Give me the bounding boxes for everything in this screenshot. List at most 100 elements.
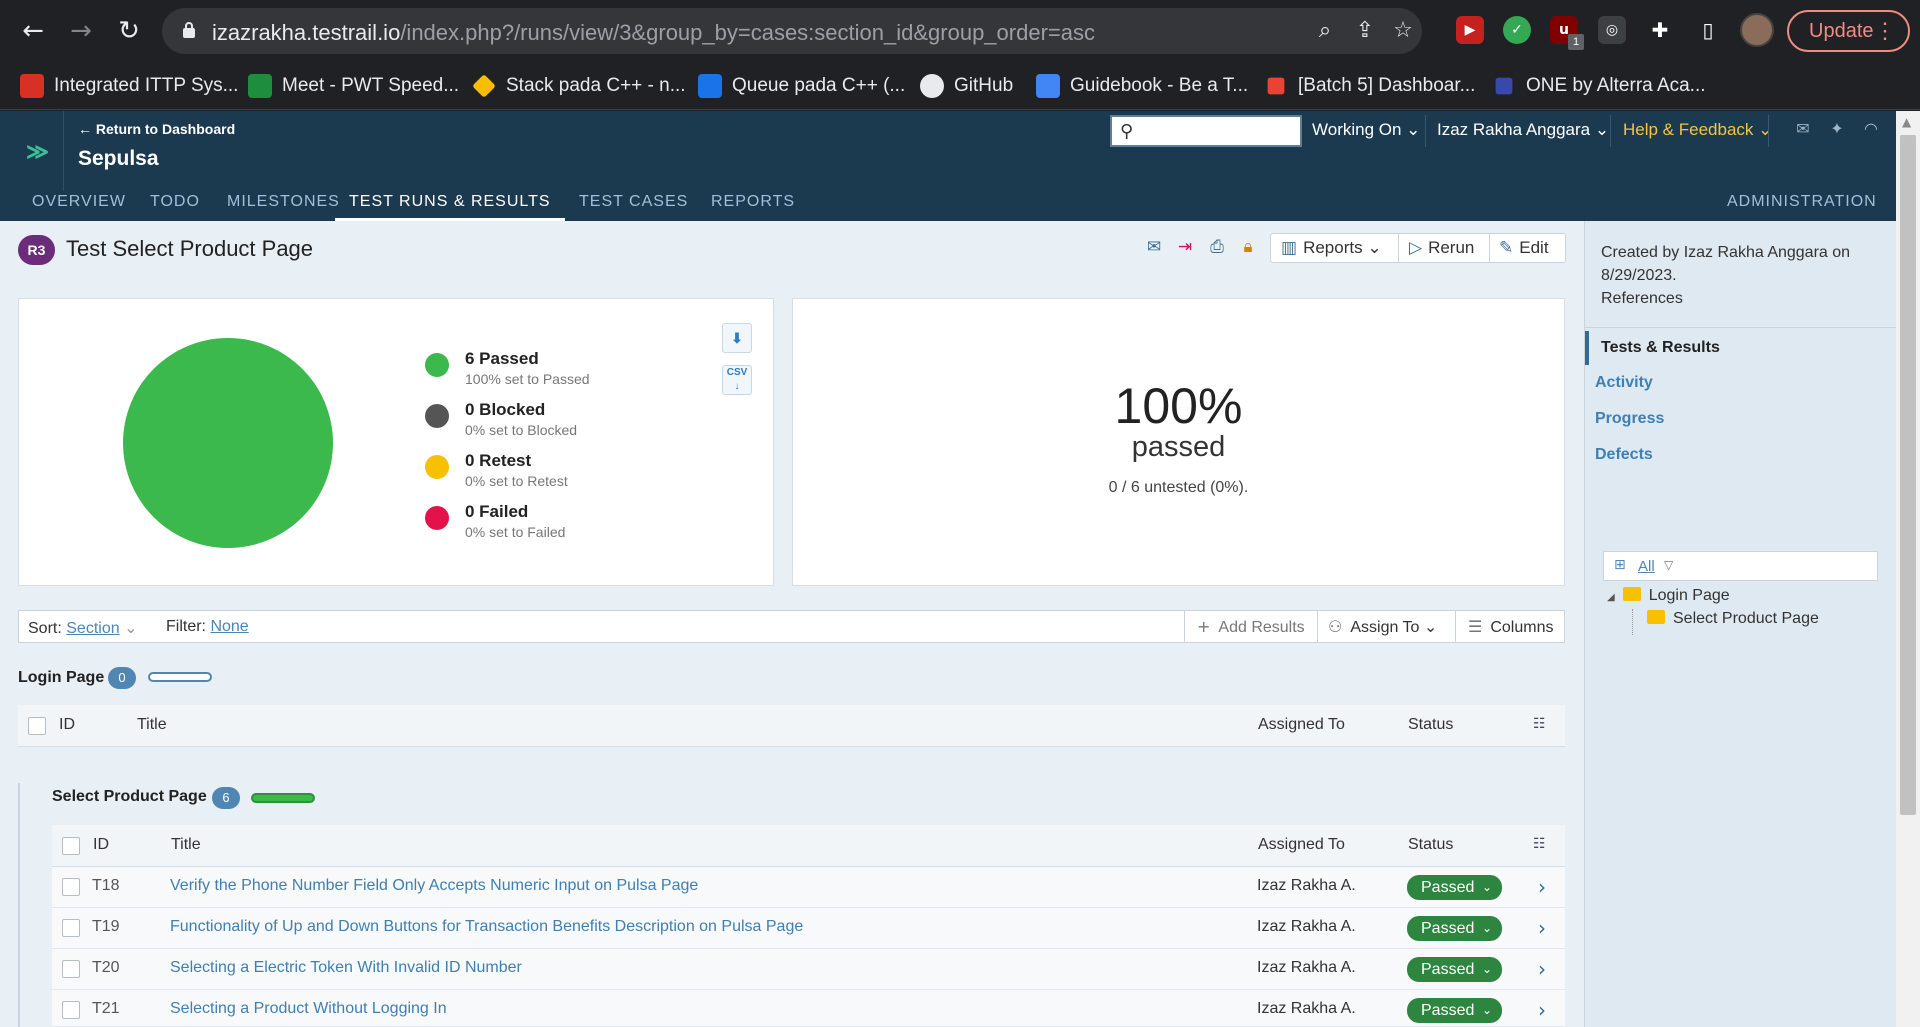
tab-administration[interactable]: ADMINISTRATION: [1727, 191, 1877, 221]
tree-node-login-page[interactable]: ◢ Login Page: [1607, 587, 1730, 605]
chevron-right-icon[interactable]: ›: [1538, 916, 1546, 940]
bookmark-item[interactable]: ONE by Alterra Aca...: [1492, 72, 1706, 100]
test-title-link[interactable]: Selecting a Product Without Logging In: [170, 1000, 447, 1018]
sidepanel-icon[interactable]: ▯: [1694, 16, 1722, 44]
bookmark-item[interactable]: Guidebook - Be a T...: [1036, 72, 1248, 100]
row-checkbox[interactable]: [62, 919, 80, 937]
select-all-checkbox[interactable]: [28, 717, 46, 735]
test-title-link[interactable]: Selecting a Electric Token With Invalid …: [170, 959, 522, 977]
filter-control[interactable]: Filter: None: [166, 618, 249, 636]
row-checkbox[interactable]: [62, 960, 80, 978]
table-row[interactable]: T20 Selecting a Electric Token With Inva…: [52, 949, 1565, 990]
testrail-logo[interactable]: ≫: [0, 111, 64, 191]
chevron-right-icon[interactable]: ›: [1538, 875, 1546, 899]
column-id[interactable]: ID: [93, 836, 109, 854]
column-status[interactable]: Status: [1408, 836, 1453, 854]
bookmark-item[interactable]: Stack pada C++ - n...: [472, 72, 686, 100]
status-dropdown[interactable]: Passed ⌄: [1407, 916, 1502, 941]
sidebar-item-tests-results[interactable]: Tests & Results: [1601, 339, 1720, 357]
filter-value[interactable]: None: [210, 618, 248, 635]
columns-button[interactable]: ☰ Columns: [1455, 611, 1565, 642]
lock-icon[interactable]: 🔒︎: [1236, 237, 1260, 261]
tab-test-runs[interactable]: TEST RUNS & RESULTS: [335, 191, 565, 221]
update-button[interactable]: Update ⋮: [1787, 10, 1910, 52]
rss-icon[interactable]: ◠: [1860, 119, 1882, 141]
share-icon[interactable]: ⇪: [1352, 18, 1378, 44]
tree-filter[interactable]: ⊞ All ▽: [1603, 551, 1878, 581]
tab-overview[interactable]: OVERVIEW: [32, 191, 126, 221]
tab-reports[interactable]: REPORTS: [711, 191, 795, 221]
column-id[interactable]: ID: [59, 716, 75, 734]
section-title[interactable]: Login Page: [18, 669, 104, 687]
scrollbar-thumb[interactable]: [1900, 135, 1916, 815]
working-on-menu[interactable]: Working On ⌄: [1312, 120, 1420, 140]
back-icon[interactable]: ←: [16, 14, 50, 48]
reports-button[interactable]: ▥ Reports ⌄: [1281, 234, 1382, 262]
help-feedback-menu[interactable]: Help & Feedback ⌄: [1623, 120, 1772, 140]
rerun-button[interactable]: ▷ Rerun: [1409, 234, 1474, 262]
edit-button[interactable]: ✎ Edit: [1499, 234, 1549, 262]
address-bar[interactable]: izazrakha.testrail.io/index.php?/runs/vi…: [162, 8, 1422, 54]
mail-icon[interactable]: ✉: [1792, 119, 1814, 141]
page-scrollbar[interactable]: ▲: [1896, 111, 1920, 1027]
sort-value[interactable]: Section: [66, 620, 119, 637]
more-icon[interactable]: ⋮: [1874, 12, 1896, 50]
column-title[interactable]: Title: [171, 836, 201, 854]
user-menu[interactable]: Izaz Rakha Anggara ⌄: [1437, 120, 1609, 140]
collapse-icon[interactable]: ◢: [1607, 592, 1615, 603]
zoom-icon[interactable]: ⌕: [1312, 18, 1338, 44]
sort-control[interactable]: Sort: Section ⌄: [28, 618, 137, 638]
sidebar-item-activity[interactable]: Activity: [1595, 374, 1653, 392]
return-to-dashboard-link[interactable]: ← Return to Dashboard: [78, 121, 235, 137]
export-csv-button[interactable]: CSV ↓: [722, 365, 752, 395]
column-assigned[interactable]: Assigned To: [1258, 716, 1345, 734]
print-icon[interactable]: ⎙: [1205, 237, 1229, 261]
assign-to-button[interactable]: ⚇ Assign To ⌄: [1317, 611, 1455, 642]
tree-node-select-product-page[interactable]: Select Product Page: [1647, 610, 1819, 628]
status-dropdown[interactable]: Passed ⌄: [1407, 998, 1502, 1023]
puzzle-icon[interactable]: ✚: [1646, 16, 1674, 44]
export-image-icon[interactable]: ⬇: [722, 323, 752, 353]
column-assigned[interactable]: Assigned To: [1258, 836, 1345, 854]
column-status[interactable]: Status: [1408, 716, 1453, 734]
row-checkbox[interactable]: [62, 878, 80, 896]
chevron-right-icon[interactable]: ›: [1538, 998, 1546, 1022]
row-checkbox[interactable]: [62, 1001, 80, 1019]
test-title-link[interactable]: Verify the Phone Number Field Only Accep…: [170, 877, 698, 895]
bookmark-item[interactable]: [Batch 5] Dashboar...: [1264, 72, 1475, 100]
glasses-extension-icon[interactable]: ◎: [1598, 16, 1626, 44]
sidebar-item-progress[interactable]: Progress: [1595, 410, 1664, 428]
table-row[interactable]: T21 Selecting a Product Without Logging …: [52, 990, 1565, 1027]
add-results-button[interactable]: + Add Results: [1184, 611, 1317, 642]
test-title-link[interactable]: Functionality of Up and Down Buttons for…: [170, 918, 803, 936]
column-settings-icon[interactable]: ☷: [1533, 716, 1546, 732]
bookmark-item[interactable]: GitHub: [920, 72, 1013, 100]
status-dropdown[interactable]: Passed ⌄: [1407, 875, 1502, 900]
export-icon[interactable]: ⇥: [1173, 237, 1197, 261]
table-row[interactable]: T18 Verify the Phone Number Field Only A…: [52, 867, 1565, 908]
tab-milestones[interactable]: MILESTONES: [227, 191, 340, 221]
bookmark-item[interactable]: Queue pada C++ (...: [698, 72, 905, 100]
forward-icon[interactable]: →: [64, 14, 98, 48]
twitter-icon[interactable]: ✦: [1826, 119, 1848, 141]
section-title[interactable]: Select Product Page: [52, 788, 207, 806]
column-settings-icon[interactable]: ☷: [1533, 836, 1546, 852]
email-check-icon[interactable]: ✉: [1142, 237, 1166, 261]
bookmark-item[interactable]: Integrated ITTP Sys...: [20, 72, 238, 100]
column-title[interactable]: Title: [137, 716, 167, 734]
tab-test-cases[interactable]: TEST CASES: [579, 191, 688, 221]
extension-icon[interactable]: ▶: [1456, 16, 1484, 44]
search-input[interactable]: ⚲: [1110, 115, 1302, 147]
chevron-right-icon[interactable]: ›: [1538, 957, 1546, 981]
select-all-checkbox[interactable]: [62, 837, 80, 855]
star-icon[interactable]: ☆: [1390, 18, 1416, 44]
bookmark-item[interactable]: Meet - PWT Speed...: [248, 72, 459, 100]
tab-todo[interactable]: TODO: [150, 191, 200, 221]
status-dropdown[interactable]: Passed ⌄: [1407, 957, 1502, 982]
shield-extension-icon[interactable]: ✓: [1503, 16, 1531, 44]
scroll-up-icon[interactable]: ▲: [1902, 115, 1911, 129]
reload-icon[interactable]: ↻: [112, 14, 146, 48]
profile-avatar[interactable]: [1740, 13, 1774, 47]
tree-filter-value[interactable]: All: [1638, 558, 1655, 575]
sidebar-item-defects[interactable]: Defects: [1595, 446, 1653, 464]
